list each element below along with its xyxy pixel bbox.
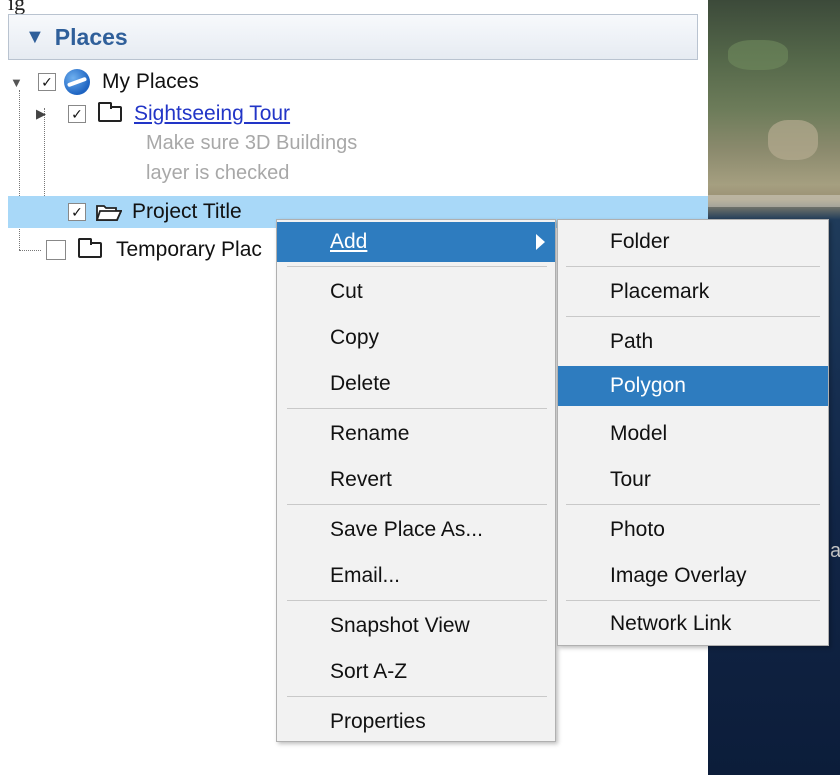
menu-item-save-place-as[interactable]: Save Place As...	[277, 510, 555, 550]
folder-icon	[98, 102, 122, 122]
places-title: Places	[54, 23, 128, 50]
menu-separator	[566, 266, 820, 267]
tree-item-label: My Places	[102, 70, 199, 93]
menu-item-cut[interactable]: Cut	[277, 272, 555, 312]
menu-separator	[287, 600, 547, 601]
submenu-item-tour[interactable]: Tour	[558, 460, 828, 500]
menu-separator	[287, 408, 547, 409]
submenu-item-model[interactable]: Model	[558, 414, 828, 454]
sightseeing-checkbox[interactable]: ✓	[68, 105, 86, 123]
map-label-fragment: a	[830, 540, 840, 562]
submenu-item-photo[interactable]: Photo	[558, 510, 828, 550]
submenu-item-image-overlay[interactable]: Image Overlay	[558, 556, 828, 596]
menu-item-delete[interactable]: Delete	[277, 364, 555, 404]
submenu-item-folder[interactable]: Folder	[558, 222, 828, 262]
submenu-item-polygon[interactable]: Polygon	[558, 366, 828, 406]
map-terrain	[728, 40, 788, 70]
menu-separator	[566, 316, 820, 317]
folder-icon	[78, 238, 102, 258]
tree-connector	[19, 250, 41, 251]
context-menu: Add Cut Copy Delete Rename Revert Save P…	[276, 219, 556, 742]
submenu-item-network-link[interactable]: Network Link	[558, 604, 828, 644]
menu-item-properties[interactable]: Properties	[277, 702, 555, 742]
map-terrain	[768, 120, 818, 160]
menu-separator	[287, 504, 547, 505]
places-panel-header[interactable]: ▼ Places	[8, 14, 698, 60]
open-folder-icon	[95, 203, 123, 221]
tree-item-label: Temporary Plac	[116, 238, 262, 261]
tree-item-my-places[interactable]: ▼ ✓ My Places	[10, 66, 610, 98]
menu-separator	[287, 696, 547, 697]
menu-item-email[interactable]: Email...	[277, 556, 555, 596]
sightseeing-link[interactable]: Sightseeing Tour	[134, 102, 290, 126]
tree-item-label: Project Title	[132, 200, 242, 223]
submenu-item-placemark[interactable]: Placemark	[558, 272, 828, 312]
menu-item-add[interactable]: Add	[277, 222, 555, 262]
menu-item-revert[interactable]: Revert	[277, 460, 555, 500]
add-submenu: Folder Placemark Path Polygon Model Tour…	[557, 219, 829, 646]
menu-item-copy[interactable]: Copy	[277, 318, 555, 358]
menu-item-rename[interactable]: Rename	[277, 414, 555, 454]
my-places-checkbox[interactable]: ✓	[38, 73, 56, 91]
expand-down-icon[interactable]: ▼	[10, 75, 30, 90]
temporary-places-checkbox[interactable]	[46, 240, 66, 260]
submenu-item-path[interactable]: Path	[558, 322, 828, 362]
menu-separator	[566, 504, 820, 505]
menu-item-sort-a-z[interactable]: Sort A-Z	[277, 652, 555, 692]
project-title-checkbox[interactable]: ✓	[68, 203, 86, 221]
tree-item-description: Make sure 3D Buildings	[146, 132, 358, 154]
tree-item-temporary-places[interactable]: Temporary Plac	[46, 234, 286, 266]
menu-separator	[566, 600, 820, 601]
menu-separator	[287, 266, 547, 267]
tree-item-description: layer is checked	[146, 162, 290, 184]
menu-item-snapshot-view[interactable]: Snapshot View	[277, 606, 555, 646]
submenu-arrow-icon	[536, 234, 545, 250]
expand-right-icon[interactable]: ▶	[36, 106, 54, 122]
map-coastline	[708, 195, 840, 207]
tree-item-sightseeing-tour[interactable]: ▶ ✓ Sightseeing Tour	[36, 98, 636, 130]
globe-icon	[64, 69, 90, 95]
collapse-arrow-icon[interactable]: ▼	[25, 26, 45, 49]
